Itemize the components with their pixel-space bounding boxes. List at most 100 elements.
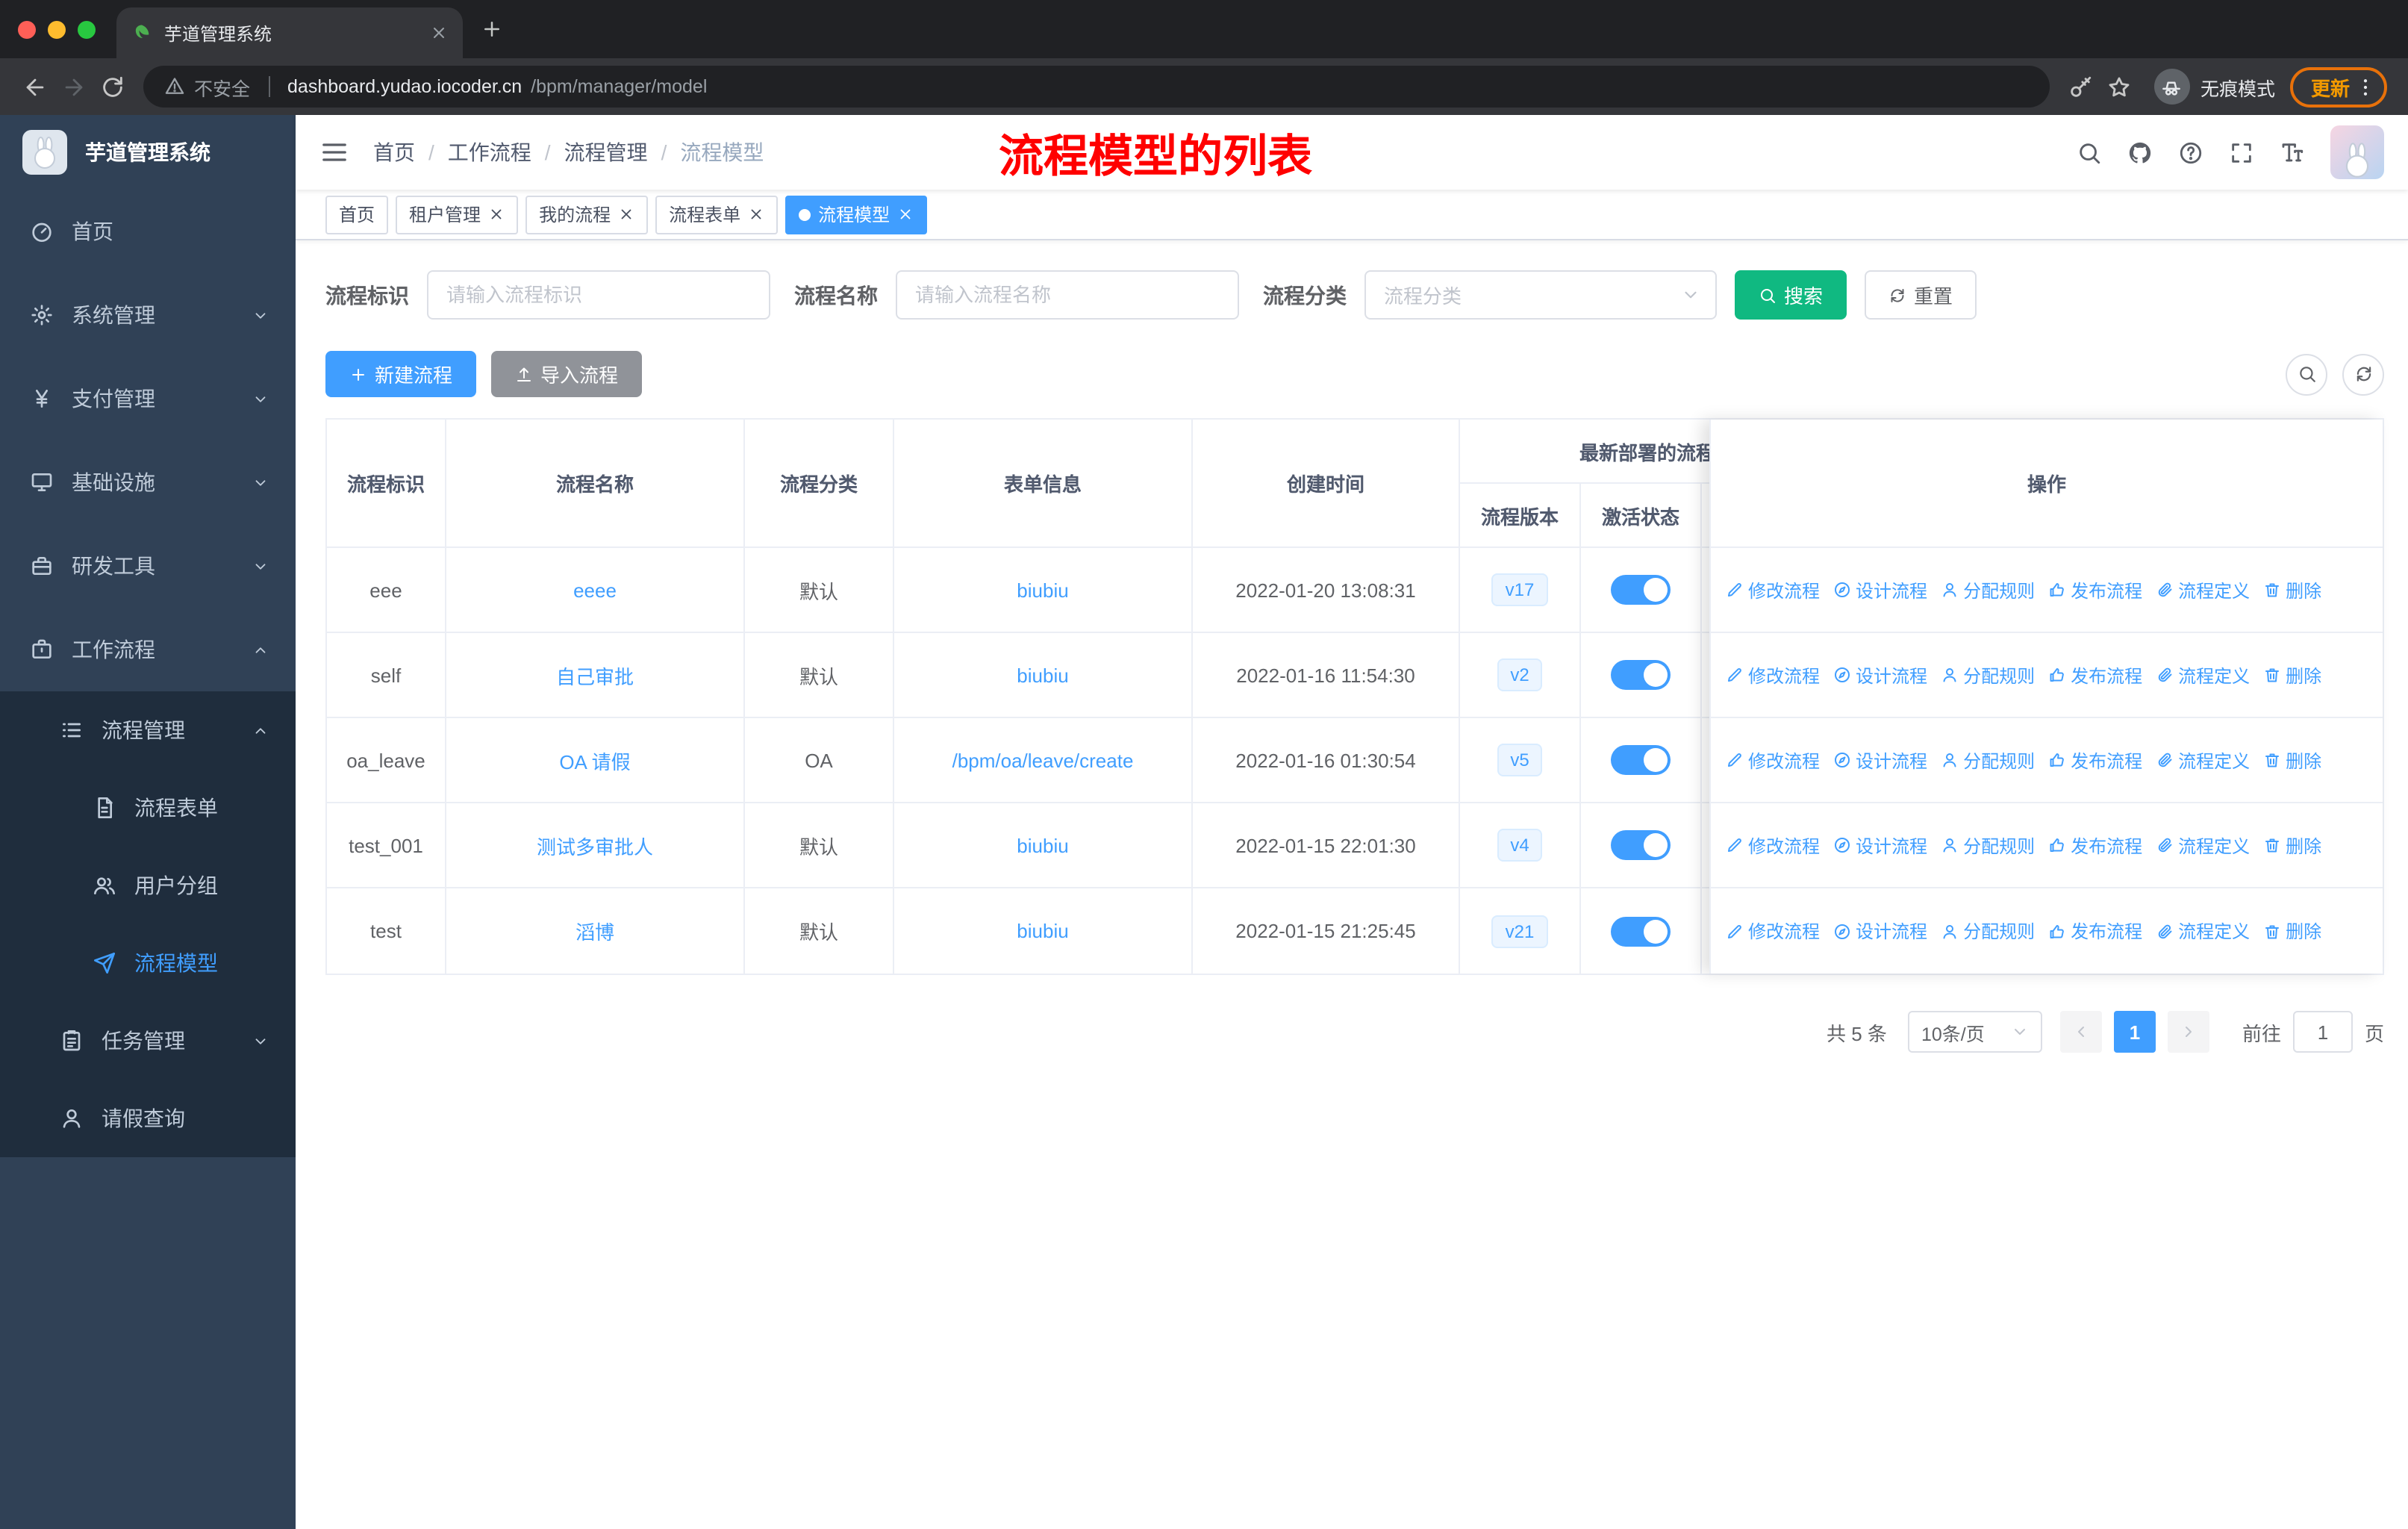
action-definition[interactable]: 流程定义	[2156, 662, 2250, 688]
close-icon[interactable]	[897, 206, 914, 222]
action-modify[interactable]: 修改流程	[1726, 832, 1820, 858]
action-design[interactable]: 设计流程	[1833, 577, 1927, 602]
browser-tab[interactable]: 芋道管理系统	[116, 7, 463, 58]
status-toggle[interactable]	[1611, 660, 1671, 690]
minimize-window-button[interactable]	[48, 20, 66, 38]
breadcrumb-item[interactable]: 流程管理	[564, 137, 648, 167]
action-assign-rule[interactable]: 分配规则	[1941, 662, 2035, 688]
prev-page-button[interactable]	[2059, 1011, 2102, 1053]
sidebar-item-task-management[interactable]: 任务管理	[0, 1002, 296, 1080]
sidebar-item-infrastructure[interactable]: 基础设施	[0, 440, 296, 524]
action-delete[interactable]: 删除	[2263, 662, 2321, 688]
process-name-input[interactable]	[896, 270, 1239, 320]
action-definition[interactable]: 流程定义	[2156, 918, 2250, 944]
reload-button[interactable]	[93, 67, 131, 106]
sidebar-item-payment[interactable]: 支付管理	[0, 357, 296, 440]
form-link[interactable]: biubiu	[1017, 664, 1068, 686]
action-delete[interactable]: 删除	[2263, 747, 2321, 773]
refresh-table-button[interactable]	[2342, 353, 2384, 395]
process-name-link[interactable]: 测试多审批人	[537, 831, 653, 859]
reset-button[interactable]: 重置	[1865, 270, 1977, 320]
tag-process-model[interactable]: 流程模型	[785, 195, 928, 234]
close-icon[interactable]	[748, 206, 764, 222]
process-key-input[interactable]	[427, 270, 770, 320]
category-select[interactable]: 流程分类	[1364, 270, 1717, 320]
breadcrumb-item[interactable]: 首页	[373, 137, 415, 167]
status-toggle[interactable]	[1611, 916, 1671, 946]
process-name-link[interactable]: 自己审批	[556, 661, 634, 689]
action-delete[interactable]: 删除	[2263, 918, 2321, 944]
action-publish[interactable]: 发布流程	[2048, 832, 2142, 858]
sidebar-item-leave-query[interactable]: 请假查询	[0, 1080, 296, 1157]
github-icon[interactable]	[2127, 140, 2153, 165]
tag-process-form[interactable]: 流程表单	[655, 195, 779, 234]
browser-menu-icon[interactable]	[2354, 75, 2377, 98]
action-assign-rule[interactable]: 分配规则	[1941, 832, 2035, 858]
action-publish[interactable]: 发布流程	[2048, 577, 2142, 602]
url-bar[interactable]: 不安全 dashboard.yudao.iocoder.cn/bpm/manag…	[143, 66, 2050, 108]
tag-tenant-management[interactable]: 租户管理	[396, 195, 519, 234]
action-modify[interactable]: 修改流程	[1726, 662, 1820, 688]
action-assign-rule[interactable]: 分配规则	[1941, 747, 2035, 773]
browser-update-button[interactable]: 更新	[2289, 66, 2387, 107]
font-size-icon[interactable]	[2280, 140, 2305, 165]
help-icon[interactable]	[2178, 140, 2203, 165]
create-process-button[interactable]: 新建流程	[325, 351, 477, 397]
maximize-window-button[interactable]	[78, 20, 96, 38]
action-publish[interactable]: 发布流程	[2048, 918, 2142, 944]
close-window-button[interactable]	[18, 20, 36, 38]
page-size-select[interactable]: 10条/页	[1907, 1011, 2042, 1053]
action-modify[interactable]: 修改流程	[1726, 918, 1820, 944]
sidebar-item-process-management[interactable]: 流程管理	[0, 691, 296, 769]
action-modify[interactable]: 修改流程	[1726, 577, 1820, 602]
forward-button[interactable]	[54, 67, 93, 106]
sidebar-item-devtools[interactable]: 研发工具	[0, 524, 296, 608]
goto-page-input[interactable]	[2292, 1011, 2353, 1053]
global-search-icon[interactable]	[2077, 140, 2102, 165]
sidebar-item-system[interactable]: 系统管理	[0, 273, 296, 357]
sidebar-item-user-group[interactable]: 用户分组	[0, 847, 296, 924]
action-assign-rule[interactable]: 分配规则	[1941, 918, 2035, 944]
status-toggle[interactable]	[1611, 830, 1671, 860]
sidebar-item-home[interactable]: 首页	[0, 190, 296, 273]
breadcrumb-item[interactable]: 工作流程	[448, 137, 531, 167]
page-1-button[interactable]: 1	[2113, 1011, 2156, 1053]
sidebar-item-process-form[interactable]: 流程表单	[0, 769, 296, 847]
form-link[interactable]: /bpm/oa/leave/create	[952, 749, 1134, 771]
new-tab-button[interactable]	[481, 18, 503, 40]
show-search-button[interactable]	[2286, 353, 2327, 395]
window-controls[interactable]	[18, 20, 116, 38]
fullscreen-icon[interactable]	[2229, 140, 2254, 165]
next-page-button[interactable]	[2167, 1011, 2209, 1053]
form-link[interactable]: biubiu	[1017, 834, 1068, 856]
tag-my-process[interactable]: 我的流程	[525, 195, 649, 234]
action-design[interactable]: 设计流程	[1833, 918, 1927, 944]
tag-home[interactable]: 首页	[325, 195, 389, 234]
action-publish[interactable]: 发布流程	[2048, 747, 2142, 773]
status-toggle[interactable]	[1611, 575, 1671, 605]
status-toggle[interactable]	[1611, 745, 1671, 775]
back-button[interactable]	[15, 67, 54, 106]
process-name-link[interactable]: 滔博	[576, 917, 614, 945]
sidebar-item-workflow[interactable]: 工作流程	[0, 608, 296, 691]
action-delete[interactable]: 删除	[2263, 577, 2321, 602]
process-name-link[interactable]: OA 请假	[559, 746, 630, 774]
action-publish[interactable]: 发布流程	[2048, 662, 2142, 688]
action-delete[interactable]: 删除	[2263, 832, 2321, 858]
sidebar-item-process-model[interactable]: 流程模型	[0, 924, 296, 1002]
form-link[interactable]: biubiu	[1017, 920, 1068, 942]
action-design[interactable]: 设计流程	[1833, 747, 1927, 773]
action-definition[interactable]: 流程定义	[2156, 832, 2250, 858]
user-avatar[interactable]	[2330, 125, 2384, 179]
action-assign-rule[interactable]: 分配规则	[1941, 577, 2035, 602]
password-key-icon[interactable]	[2062, 67, 2100, 106]
sidebar-collapse-button[interactable]	[319, 137, 349, 167]
process-name-link[interactable]: eeee	[573, 579, 617, 601]
import-process-button[interactable]: 导入流程	[491, 351, 643, 397]
action-design[interactable]: 设计流程	[1833, 832, 1927, 858]
action-definition[interactable]: 流程定义	[2156, 577, 2250, 602]
action-modify[interactable]: 修改流程	[1726, 747, 1820, 773]
action-definition[interactable]: 流程定义	[2156, 747, 2250, 773]
tab-close-icon[interactable]	[430, 24, 448, 42]
form-link[interactable]: biubiu	[1017, 579, 1068, 601]
